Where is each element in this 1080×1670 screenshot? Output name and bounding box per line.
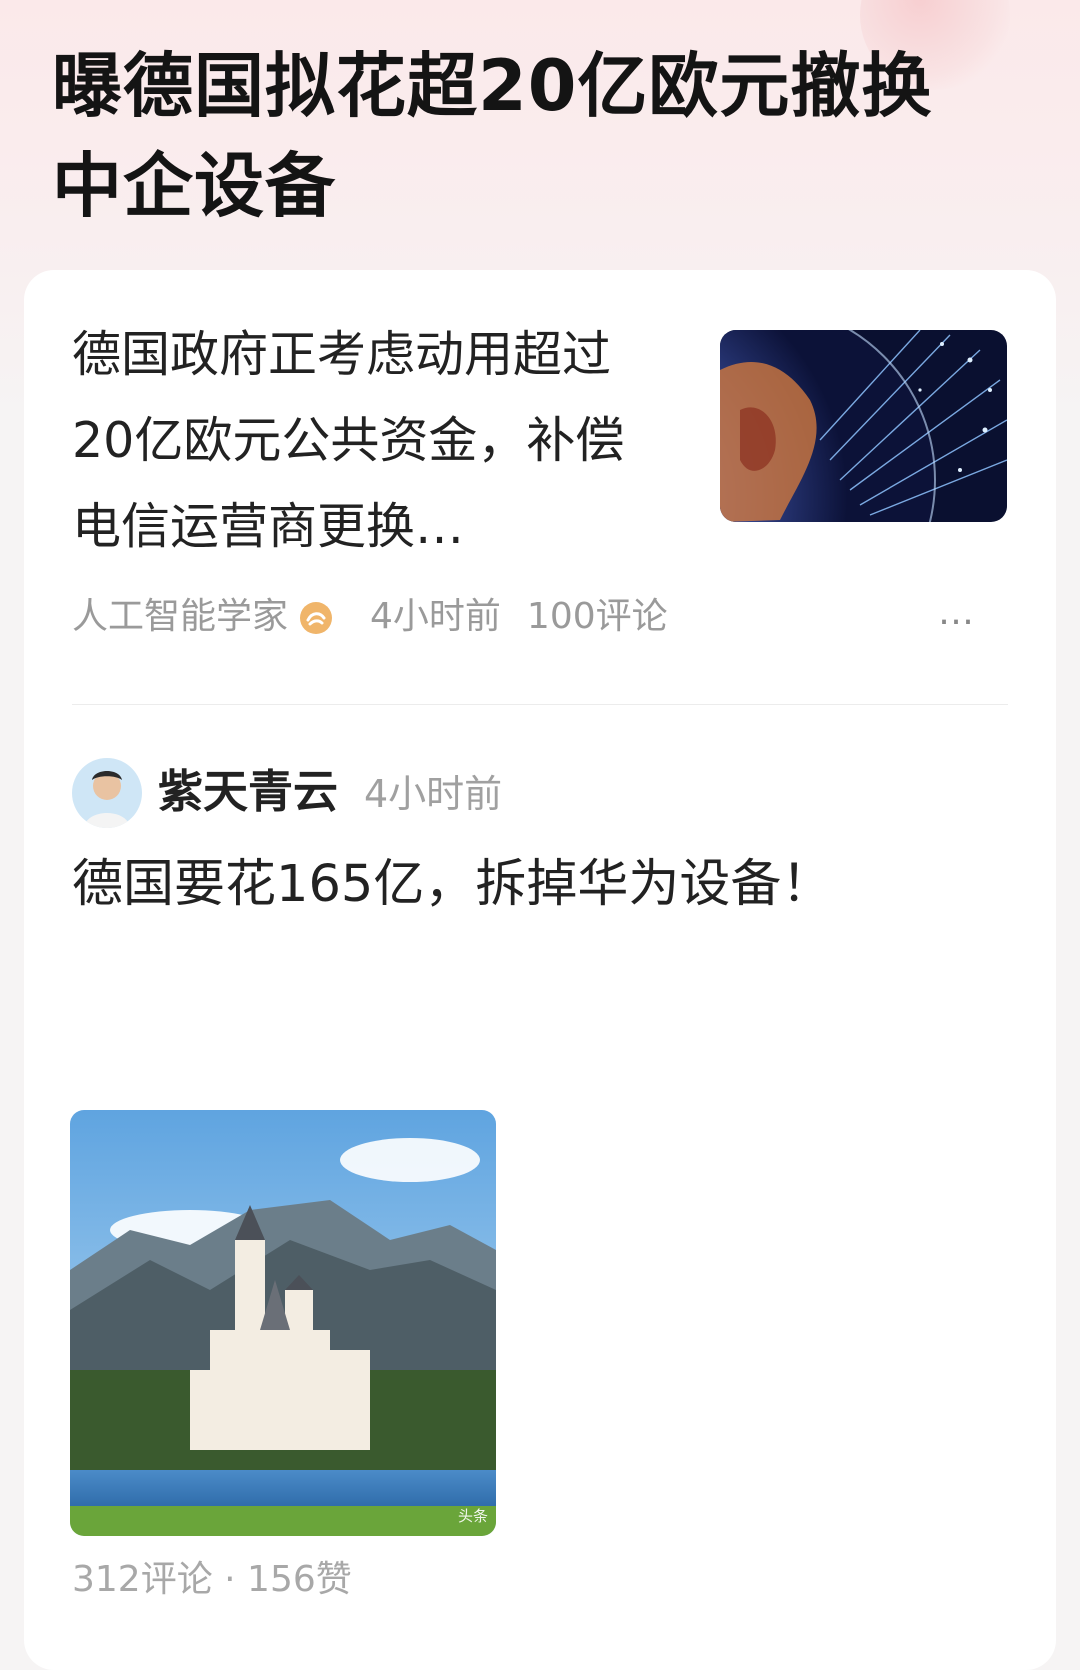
- topic-title: 曝德国拟花超20亿欧元撤换中企设备: [52, 45, 933, 227]
- news-meta: 人工智能学家 4小时前 100评论 …: [72, 590, 1012, 642]
- globe-fiber-optic-image[interactable]: [720, 330, 1007, 522]
- more-options-icon[interactable]: …: [938, 590, 976, 636]
- feed-card: 德国政府正考虑动用超过20亿欧元公共资金，补偿电信运营商更换… 人工智能学家 4…: [24, 270, 1056, 1670]
- post-body[interactable]: 德国要花165亿，拆掉华为设备！: [72, 842, 1002, 928]
- user-avatar[interactable]: [72, 758, 142, 828]
- news-comments[interactable]: 100评论: [527, 591, 668, 643]
- post-stats: 312评论 · 156赞: [72, 1559, 352, 1600]
- post-author[interactable]: 紫天青云: [158, 760, 338, 824]
- news-source[interactable]: 人工智能学家: [72, 591, 288, 643]
- news-title[interactable]: 德国政府正考虑动用超过20亿欧元公共资金，补偿电信运营商更换…: [72, 312, 672, 570]
- verified-badge-icon: [298, 599, 334, 635]
- post-line: 德国要花165亿，拆掉华为设备！: [72, 855, 833, 914]
- watermark: 头条: [457, 1507, 488, 1525]
- divider: [72, 704, 1008, 705]
- castle-photo[interactable]: 头条: [70, 1110, 496, 1536]
- post-time: 4小时前: [364, 772, 503, 816]
- news-time: 4小时前: [370, 596, 501, 637]
